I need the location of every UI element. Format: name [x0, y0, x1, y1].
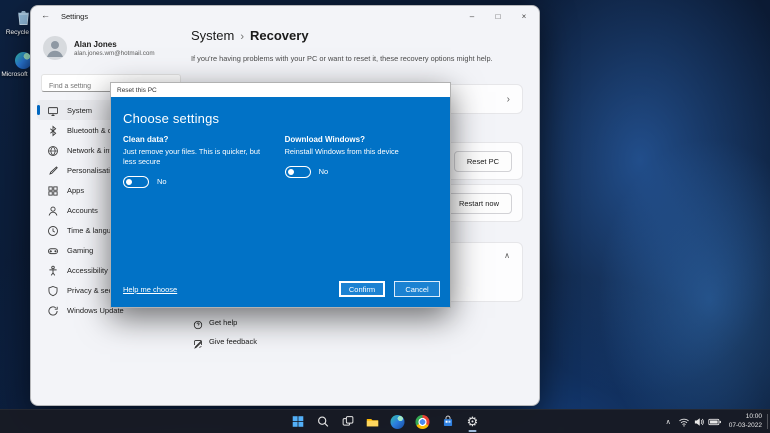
cancel-button[interactable]: Cancel	[394, 281, 440, 297]
edge-icon	[390, 414, 405, 429]
gear-icon: ⚙	[466, 414, 479, 429]
breadcrumb-separator-icon: ›	[240, 31, 245, 43]
avatar	[43, 36, 67, 60]
accessibility-icon	[47, 264, 59, 276]
dialog-titlebar: Reset this PC	[111, 83, 450, 97]
store-icon	[443, 415, 452, 426]
chrome-button[interactable]	[412, 411, 434, 433]
clock-icon	[47, 224, 59, 236]
store-button[interactable]	[437, 411, 459, 433]
maximize-icon[interactable]: □	[485, 6, 511, 26]
task-view-icon	[342, 416, 353, 426]
file-explorer-button[interactable]	[362, 411, 384, 433]
tray-status-cluster[interactable]	[678, 416, 722, 428]
option-title: Download Windows?	[284, 135, 365, 144]
desktop: Recycle Bin Microsoft Edge ← Settings – …	[0, 0, 770, 433]
clock-date: 07-03-2022	[728, 421, 762, 429]
confirm-button[interactable]: Confirm	[339, 281, 385, 297]
chrome-icon	[415, 414, 430, 429]
download-windows-option: Download Windows? Reinstall Windows from…	[284, 135, 438, 188]
option-description: Reinstall Windows from this device	[284, 147, 399, 156]
taskbar-clock[interactable]: 10:00 07-03-2022	[729, 413, 762, 430]
breadcrumb-root[interactable]: System	[191, 28, 234, 43]
chevron-up-icon: ∧	[504, 251, 510, 260]
monitor-icon	[47, 104, 59, 116]
dialog-heading: Choose settings	[123, 111, 220, 126]
help-me-choose-link[interactable]: Help me choose	[123, 285, 177, 294]
speaker-icon	[694, 417, 704, 426]
window-title: Settings	[61, 12, 89, 21]
close-icon[interactable]: ×	[511, 6, 537, 26]
toggle-state-label: No	[318, 167, 329, 177]
folder-icon	[366, 418, 379, 426]
page-title: Recovery	[250, 28, 309, 43]
user-account[interactable]: Alan Jones alan.jones.wm@hotmail.com	[43, 36, 155, 60]
update-icon	[47, 304, 59, 316]
dialog-body: Choose settings Clean data? Just remove …	[111, 97, 450, 307]
get-help-link[interactable]: Get help	[193, 317, 237, 330]
user-email: alan.jones.wm@hotmail.com	[74, 49, 155, 57]
wifi-icon	[678, 418, 689, 427]
window-controls: – □ ×	[459, 6, 537, 26]
feedback-icon	[193, 336, 203, 349]
help-icon	[193, 317, 203, 330]
restart-now-button[interactable]: Restart now	[445, 193, 512, 214]
back-arrow-icon[interactable]: ←	[41, 10, 50, 20]
globe-icon	[47, 144, 59, 156]
taskbar-search-button[interactable]	[312, 411, 334, 433]
minimize-icon[interactable]: –	[459, 6, 485, 26]
toggle-state-label: No	[157, 177, 167, 187]
taskbar: ⚙ ∧ 10:00 07-03-2022	[0, 409, 770, 433]
toggle-knob	[126, 178, 132, 185]
battery-icon	[708, 418, 721, 425]
search-icon	[317, 416, 328, 427]
reset-pc-button[interactable]: Reset PC	[453, 151, 512, 172]
give-feedback-link[interactable]: Give feedback	[193, 336, 257, 349]
clock-time: 10:00	[745, 413, 762, 421]
system-tray: ∧ 10:00 07-03-2022	[666, 410, 762, 433]
bluetooth-icon	[47, 124, 59, 137]
chevron-right-icon: ›	[506, 94, 510, 105]
edge-button[interactable]	[387, 411, 409, 433]
shield-icon	[47, 284, 59, 297]
option-title: Clean data?	[123, 135, 169, 144]
settings-app-button[interactable]: ⚙	[462, 411, 484, 433]
windows-logo-icon	[292, 416, 303, 427]
user-name: Alan Jones	[74, 39, 117, 49]
breadcrumb: System › Recovery	[191, 28, 309, 43]
clean-data-option: Clean data? Just remove your files. This…	[123, 135, 271, 188]
apps-grid-icon	[47, 184, 59, 196]
gamepad-icon	[47, 244, 59, 256]
reset-this-pc-dialog: Reset this PC Choose settings Clean data…	[110, 82, 451, 308]
task-view-button[interactable]	[337, 411, 359, 433]
toggle-knob	[287, 168, 294, 175]
start-button[interactable]	[287, 411, 309, 433]
download-windows-toggle[interactable]	[284, 165, 311, 178]
person-icon	[47, 204, 59, 216]
dialog-title: Reset this PC	[117, 86, 157, 94]
hidden-icons-chevron-icon[interactable]: ∧	[666, 418, 671, 426]
option-description: Just remove your files. This is quicker,…	[123, 147, 261, 166]
clean-data-toggle[interactable]	[123, 175, 149, 188]
page-description: If you're having problems with your PC o…	[191, 54, 493, 63]
brush-icon	[47, 164, 59, 176]
